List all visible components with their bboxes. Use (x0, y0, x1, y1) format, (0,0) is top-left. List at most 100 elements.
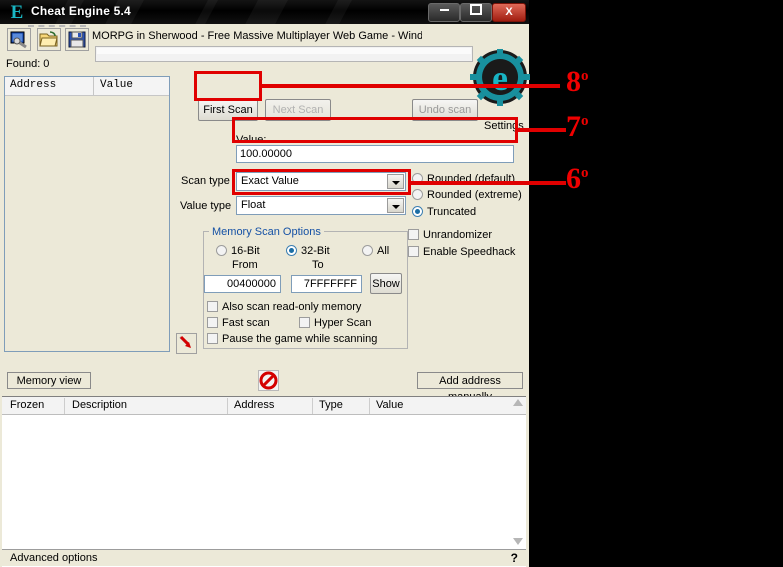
column-divider[interactable] (369, 398, 370, 414)
checkbox-label: Also scan read-only memory (222, 301, 362, 313)
checkbox-icon (408, 246, 419, 257)
column-header-type[interactable]: Type (319, 399, 343, 411)
radio-icon (412, 189, 423, 200)
radio-icon (362, 245, 373, 256)
checkbox-fast-scan[interactable]: Fast scan (207, 317, 270, 329)
scroll-up-arrow-icon[interactable] (513, 399, 523, 406)
checkbox-label: Enable Speedhack (423, 246, 516, 258)
checkbox-label: Hyper Scan (314, 317, 372, 329)
chevron-down-icon[interactable] (387, 198, 404, 213)
radio-label: Rounded (extreme) (427, 189, 522, 201)
stop-forbidden-icon[interactable] (258, 370, 279, 391)
column-divider[interactable] (312, 398, 313, 414)
cheat-table[interactable]: Frozen Description Address Type Value (2, 396, 526, 567)
column-divider (93, 77, 94, 96)
from-address-input[interactable]: 00400000 (204, 275, 281, 293)
svg-text:e: e (492, 58, 508, 98)
forbidden-glyph (259, 371, 278, 390)
radio-label: 16-Bit (231, 245, 260, 257)
scan-results-body (5, 96, 169, 351)
radio-16-bit[interactable]: 16-Bit (216, 245, 260, 257)
cheat-table-body (2, 415, 526, 550)
checkbox-icon (207, 333, 218, 344)
minimize-icon (439, 9, 449, 11)
scan-type-label: Scan type (181, 175, 230, 187)
title-bar: E Cheat Engine 5.4 X (0, 0, 529, 24)
checkbox-enable-speedhack[interactable]: Enable Speedhack (408, 246, 515, 258)
checkbox-label: Pause the game while scanning (222, 333, 378, 345)
checkbox-icon (299, 317, 310, 328)
column-header-value[interactable]: Value (100, 79, 133, 91)
help-button[interactable]: ? (511, 551, 518, 565)
radio-32-bit[interactable]: 32-Bit (286, 245, 330, 257)
status-bar: Advanced options ? (2, 549, 526, 566)
annotation-line-7 (518, 128, 566, 132)
title-streak (186, 0, 224, 24)
cheat-engine-gear-logo-icon: e (470, 49, 530, 107)
checkbox-label: Unrandomizer (423, 229, 493, 241)
annotation-box-value-type (232, 169, 411, 195)
value-type-select[interactable]: Float (236, 196, 406, 215)
maximize-button[interactable] (460, 3, 492, 22)
radio-label: Truncated (427, 206, 477, 218)
column-divider[interactable] (64, 398, 65, 414)
title-streak (316, 0, 358, 24)
memory-view-button[interactable]: Memory view (7, 372, 91, 389)
window-title: Cheat Engine 5.4 (31, 4, 131, 18)
to-label: To (312, 259, 324, 271)
value-type-value: Float (241, 199, 266, 211)
annotation-line-8 (262, 84, 560, 88)
show-button[interactable]: Show (370, 273, 402, 294)
to-address-input[interactable]: 7FFFFFFF (291, 275, 362, 293)
value-input[interactable]: 100.00000 (236, 145, 514, 163)
background-window-title: MORPG in Sherwood - Free Massive Multipl… (92, 30, 422, 42)
found-count-label: Found: 0 (6, 58, 50, 70)
client-area: MORPG in Sherwood - Free Massive Multipl… (0, 24, 530, 567)
minimize-button[interactable] (428, 3, 460, 22)
floppy-glyph (68, 31, 86, 48)
column-header-description[interactable]: Description (72, 399, 127, 411)
radio-all-bits[interactable]: All (362, 245, 389, 257)
scroll-down-arrow-icon[interactable] (513, 538, 523, 545)
folder-glyph (39, 31, 58, 47)
checkbox-icon (207, 317, 218, 328)
red-arrow-icon[interactable] (176, 333, 197, 354)
radio-icon (216, 245, 227, 256)
checkbox-unrandomizer[interactable]: Unrandomizer (408, 229, 492, 241)
checkbox-also-scan-read-only-memory[interactable]: Also scan read-only memory (207, 301, 361, 313)
add-address-manually-button[interactable]: Add address manually (417, 372, 523, 403)
column-header-address[interactable]: Address (10, 79, 56, 91)
checkbox-pause-game-while-scanning[interactable]: Pause the game while scanning (207, 333, 377, 345)
memory-scan-options-title: Memory Scan Options (209, 226, 324, 238)
radio-rounded-extreme[interactable]: Rounded (extreme) (412, 189, 522, 201)
value-type-label: Value type (180, 200, 232, 212)
checkbox-hyper-scan[interactable]: Hyper Scan (299, 317, 371, 329)
open-process-glyph (10, 31, 27, 49)
background-window-toolbar (95, 46, 473, 62)
checkbox-icon (207, 301, 218, 312)
scan-results-list[interactable]: Address Value (4, 76, 170, 352)
column-header-frozen[interactable]: Frozen (10, 399, 44, 411)
radio-truncated[interactable]: Truncated (412, 206, 476, 218)
close-button[interactable]: X (492, 3, 526, 22)
radio-icon-selected (412, 206, 423, 217)
from-label: From (232, 259, 258, 271)
column-divider[interactable] (227, 398, 228, 414)
save-file-icon[interactable] (65, 28, 89, 51)
gear-e-glyph: e (470, 49, 530, 106)
column-header-address[interactable]: Address (234, 399, 274, 411)
cheat-engine-logo-icon: E (10, 2, 24, 23)
radio-label: 32-Bit (301, 245, 330, 257)
scan-results-header: Address Value (5, 77, 169, 96)
annotation-box-value-input (232, 117, 518, 143)
radio-icon-selected (286, 245, 297, 256)
checkbox-icon (408, 229, 419, 240)
advanced-options-link[interactable]: Advanced options (10, 552, 97, 564)
open-file-icon[interactable] (37, 28, 61, 51)
checkbox-label: Fast scan (222, 317, 270, 329)
annotation-label-7: 7o (566, 110, 589, 143)
red-arrow-glyph (179, 335, 191, 348)
column-header-value[interactable]: Value (376, 399, 403, 411)
open-process-icon[interactable] (7, 28, 31, 51)
annotation-line-6 (411, 181, 566, 185)
